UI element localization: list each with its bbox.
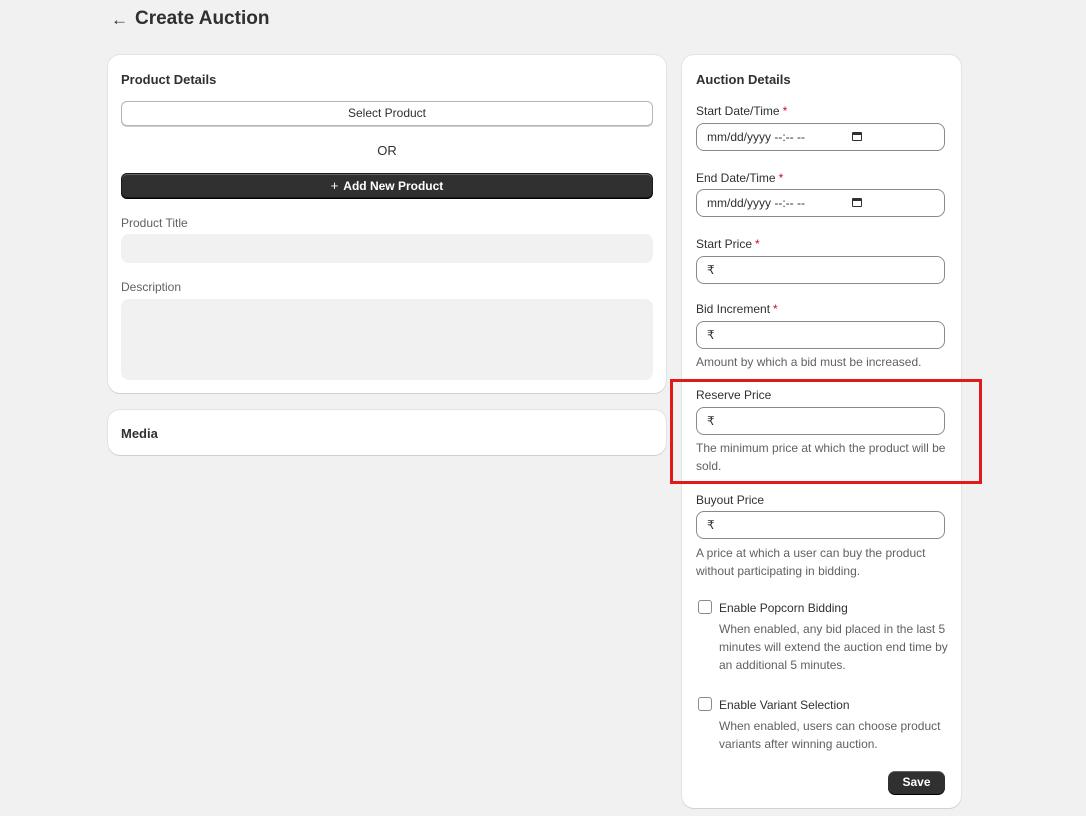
- start-price-label: Start Price *: [696, 237, 760, 251]
- start-datetime-placeholder: mm/dd/yyyy --:-- --: [707, 130, 805, 144]
- calendar-icon[interactable]: [852, 132, 862, 141]
- bid-increment-input[interactable]: ₹: [696, 321, 945, 349]
- media-card: Media: [108, 410, 666, 455]
- start-datetime-label: Start Date/Time *: [696, 104, 788, 118]
- calendar-icon[interactable]: [852, 198, 862, 207]
- description-textarea[interactable]: [121, 299, 653, 380]
- buyout-price-help: A price at which a user can buy the prod…: [696, 546, 926, 578]
- end-datetime-label: End Date/Time *: [696, 171, 784, 185]
- or-separator: OR: [377, 143, 397, 158]
- rupee-icon: ₹: [707, 518, 715, 532]
- popcorn-bidding-help: When enabled, any bid placed in the last…: [719, 622, 948, 672]
- select-product-button[interactable]: Select Product: [121, 101, 653, 126]
- popcorn-bidding-checkbox[interactable]: [698, 600, 712, 614]
- start-price-input[interactable]: ₹: [696, 256, 945, 284]
- product-title-label: Product Title: [121, 216, 188, 230]
- product-title-input[interactable]: [121, 234, 653, 263]
- buyout-price-label: Buyout Price: [696, 493, 765, 507]
- buyout-price-input[interactable]: ₹: [696, 511, 945, 539]
- auction-details-title: Auction Details: [696, 72, 791, 87]
- end-datetime-input[interactable]: mm/dd/yyyy --:-- --: [696, 189, 945, 217]
- variant-selection-checkbox[interactable]: [698, 697, 712, 711]
- plus-icon: +: [330, 178, 339, 193]
- page-title: Create Auction: [135, 8, 270, 29]
- rupee-icon: ₹: [707, 263, 715, 277]
- description-label: Description: [121, 280, 182, 294]
- product-details-card: Product Details Select Product OR + Add N…: [108, 55, 666, 393]
- bid-increment-label: Bid Increment *: [696, 302, 778, 316]
- back-arrow-icon[interactable]: ←: [111, 10, 128, 30]
- end-datetime-placeholder: mm/dd/yyyy --:-- --: [707, 196, 805, 210]
- popcorn-bidding-label[interactable]: Enable Popcorn Bidding: [719, 601, 848, 615]
- add-new-product-button[interactable]: + Add New Product: [121, 173, 653, 198]
- save-button[interactable]: Save: [888, 771, 945, 794]
- product-details-title: Product Details: [121, 72, 217, 87]
- bid-increment-help: Amount by which a bid must be increased.: [696, 355, 922, 369]
- variant-selection-label[interactable]: Enable Variant Selection: [719, 698, 850, 712]
- reserve-price-highlight-box: [670, 379, 982, 484]
- media-title: Media: [121, 426, 158, 441]
- variant-selection-help: When enabled, users can choose product v…: [719, 719, 941, 751]
- add-new-product-label: Add New Product: [343, 179, 444, 193]
- rupee-icon: ₹: [707, 328, 715, 342]
- start-datetime-input[interactable]: mm/dd/yyyy --:-- --: [696, 123, 945, 151]
